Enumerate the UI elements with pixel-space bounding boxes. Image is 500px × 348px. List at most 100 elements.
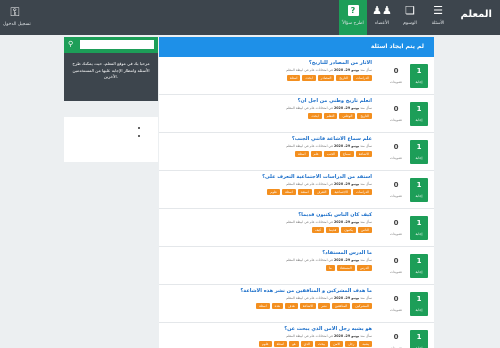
question-tag[interactable]: الاجتماعية: [331, 189, 351, 195]
login-label: تسجيل الدخول: [3, 22, 31, 27]
questions-panel: لم يتم ايجاد اسئلة 1 إجابة 0 تصويتات الاثار …: [159, 37, 434, 348]
question-title-link[interactable]: اتعلم تاريخ وطني من اجل ان؟: [298, 98, 372, 104]
list-bullet: [138, 135, 140, 137]
question-tag[interactable]: ابحث: [302, 75, 316, 81]
question-tag[interactable]: التاريخ: [336, 75, 351, 81]
nav-tags[interactable]: ❏ الوسوم: [398, 2, 422, 33]
question-meta: سأل منذ يونيو 29، 2020 في امتحانات عام ف…: [286, 106, 372, 110]
question-stats: 1 إجابة 0 تصويتات: [384, 140, 428, 164]
question-tag[interactable]: اسئلة: [273, 341, 288, 347]
question-tag[interactable]: علوم: [258, 341, 272, 347]
question-tag[interactable]: اسئلة: [256, 303, 270, 309]
question-tag[interactable]: كيف: [312, 227, 325, 233]
question-list: 1 إجابة 0 تصويتات الاثار من المصادر للتاريخ؟…: [159, 57, 434, 348]
nav-ask[interactable]: ? اطرح سؤالاً: [339, 0, 367, 35]
votes-count: 1: [416, 333, 422, 341]
question-tag[interactable]: الجنب: [323, 151, 339, 157]
question-title-link[interactable]: ما هدف المشركين و المنافقين من نشر هذه ا…: [240, 288, 372, 294]
question-tag[interactable]: التعرف: [313, 189, 330, 195]
meta-suffix: في امتحانات عام في ابيطة المعلم: [286, 334, 333, 338]
question-tags: المشركين المنافقين نشر الاشاعة هدف هذه اسئلة: [256, 303, 372, 309]
answers-label: تصويتات: [389, 270, 403, 274]
meta-suffix: في امتحانات عام في ابيطة المعلم: [286, 220, 333, 224]
question-tag[interactable]: علم: [310, 151, 322, 157]
top-navbar: المعلم ☰ الأسئلة ❏ الوسوم ♟♟ الأعضاء ? ا…: [0, 0, 500, 35]
question-tag[interactable]: المصادر: [317, 75, 335, 81]
meta-suffix: في امتحانات عام في ابيطة المعلم: [286, 68, 333, 72]
question-stats: 1 إجابة 0 تصويتات: [384, 178, 428, 202]
question-tag[interactable]: يبحث: [314, 341, 329, 347]
question-tag[interactable]: الامن: [330, 341, 344, 347]
nav-questions[interactable]: ☰ الأسئلة: [426, 2, 450, 33]
question-title-link[interactable]: علم سماع الاشاعة فاتني الجنب؟: [292, 136, 372, 142]
votes-label: إجابة: [415, 232, 423, 236]
question-tag[interactable]: قديما: [326, 227, 340, 233]
question-meta: سأل منذ يونيو 29، 2020 في امتحانات عام ف…: [286, 334, 372, 338]
question-stats: 1 إجابة 0 تصويتات: [384, 330, 428, 348]
search-icon[interactable]: ⚲: [68, 40, 77, 49]
meta-suffix: في امتحانات عام في ابيطة المعلم: [286, 296, 333, 300]
question-tag[interactable]: الاشاعة: [355, 151, 372, 157]
answers-count: 0: [393, 181, 399, 189]
question-tag[interactable]: الوطني: [339, 113, 356, 119]
question-tag[interactable]: استفد: [297, 189, 312, 195]
users-icon: ♟♟: [372, 4, 392, 17]
nav-users[interactable]: ♟♟ الأعضاء: [370, 2, 394, 33]
question-tag[interactable]: الذي: [300, 341, 313, 347]
question-title-link[interactable]: كيف كان الناس يكتبون قديما؟: [298, 212, 372, 218]
question-tag[interactable]: الدرس: [356, 265, 372, 271]
question-tag[interactable]: يكتبون: [341, 227, 357, 233]
votes-count: 1: [416, 219, 422, 227]
search-input[interactable]: [80, 40, 154, 49]
question-tag[interactable]: نشر: [318, 303, 330, 309]
sidebar-search: ⚲: [64, 37, 158, 53]
sidebar-list: [138, 127, 140, 143]
question-tag[interactable]: رجل: [345, 341, 358, 347]
login-button[interactable]: ⚿ تسجيل الدخول: [3, 3, 31, 28]
page-title: لم يتم ايجاد اسئلة: [159, 37, 434, 57]
question-tag[interactable]: اسئلة: [282, 189, 296, 195]
question-tag[interactable]: ما: [326, 265, 335, 271]
question-title-link[interactable]: ما الدرس المستفاد؟: [322, 250, 372, 256]
question-tag[interactable]: الدراسات: [352, 75, 372, 81]
question-title-link[interactable]: استفد من الدراسات الاجتماعية التعرف على؟: [262, 174, 372, 180]
question-tag[interactable]: المستفاد: [336, 265, 355, 271]
question-title-link[interactable]: هو يشبه رجل الامن الذي يبحث عن؟: [284, 326, 372, 332]
question-meta: سأل منذ يونيو 29، 2020 في امتحانات عام ف…: [286, 220, 372, 224]
question-tag[interactable]: التعلم: [323, 113, 338, 119]
question-tag[interactable]: هذه: [271, 303, 283, 309]
question-tag[interactable]: الدراسات: [352, 189, 372, 195]
votes-count-box: 1 إجابة: [410, 102, 428, 126]
meta-suffix: في امتحانات عام في ابيطة المعلم: [286, 182, 333, 186]
meta-prefix: سأل منذ: [360, 144, 372, 148]
question-tag[interactable]: المنافقين: [331, 303, 351, 309]
question-tags: الاشاعة سماع الجنب علم اسئلة: [294, 151, 372, 157]
question-tag[interactable]: ابحث: [308, 113, 322, 119]
question-tag[interactable]: التاريخ: [357, 113, 372, 119]
question-meta: سأل منذ يونيو 29، 2020 في امتحانات عام ف…: [286, 296, 372, 300]
question-tag[interactable]: هو: [289, 341, 299, 347]
votes-count-box: 1 إجابة: [410, 64, 428, 88]
question-tag[interactable]: يشبه: [359, 341, 372, 347]
votes-count: 1: [416, 105, 422, 113]
meta-prefix: سأل منذ: [360, 296, 372, 300]
question-tags: الدراسات التاريخ المصادر ابحث اسئلة: [286, 75, 372, 81]
question-tags: يشبه رجل الامن يبحث الذي هو اسئلة علوم: [258, 341, 372, 347]
question-tag[interactable]: الاشاعة: [299, 303, 317, 309]
votes-label: إجابة: [415, 156, 423, 160]
question-title-link[interactable]: الاثار من المصادر للتاريخ؟: [309, 60, 372, 66]
answers-count-box: 0 تصويتات: [384, 216, 408, 240]
answers-count-box: 0 تصويتات: [384, 64, 408, 88]
votes-label: إجابة: [415, 194, 423, 198]
question-tag[interactable]: اسئلة: [294, 151, 309, 157]
question-tag[interactable]: الناس: [358, 227, 372, 233]
question-tag[interactable]: هدف: [284, 303, 298, 309]
question-tag[interactable]: اسئلة: [286, 75, 301, 81]
site-brand[interactable]: المعلم: [461, 9, 492, 20]
question-tag[interactable]: سماع: [340, 151, 354, 157]
question-tag[interactable]: علوم: [267, 189, 281, 195]
nav-users-label: الأعضاء: [375, 21, 389, 26]
list-bullet: [138, 127, 140, 129]
question-tag[interactable]: المشركين: [352, 303, 372, 309]
votes-count-box: 1 إجابة: [410, 140, 428, 164]
